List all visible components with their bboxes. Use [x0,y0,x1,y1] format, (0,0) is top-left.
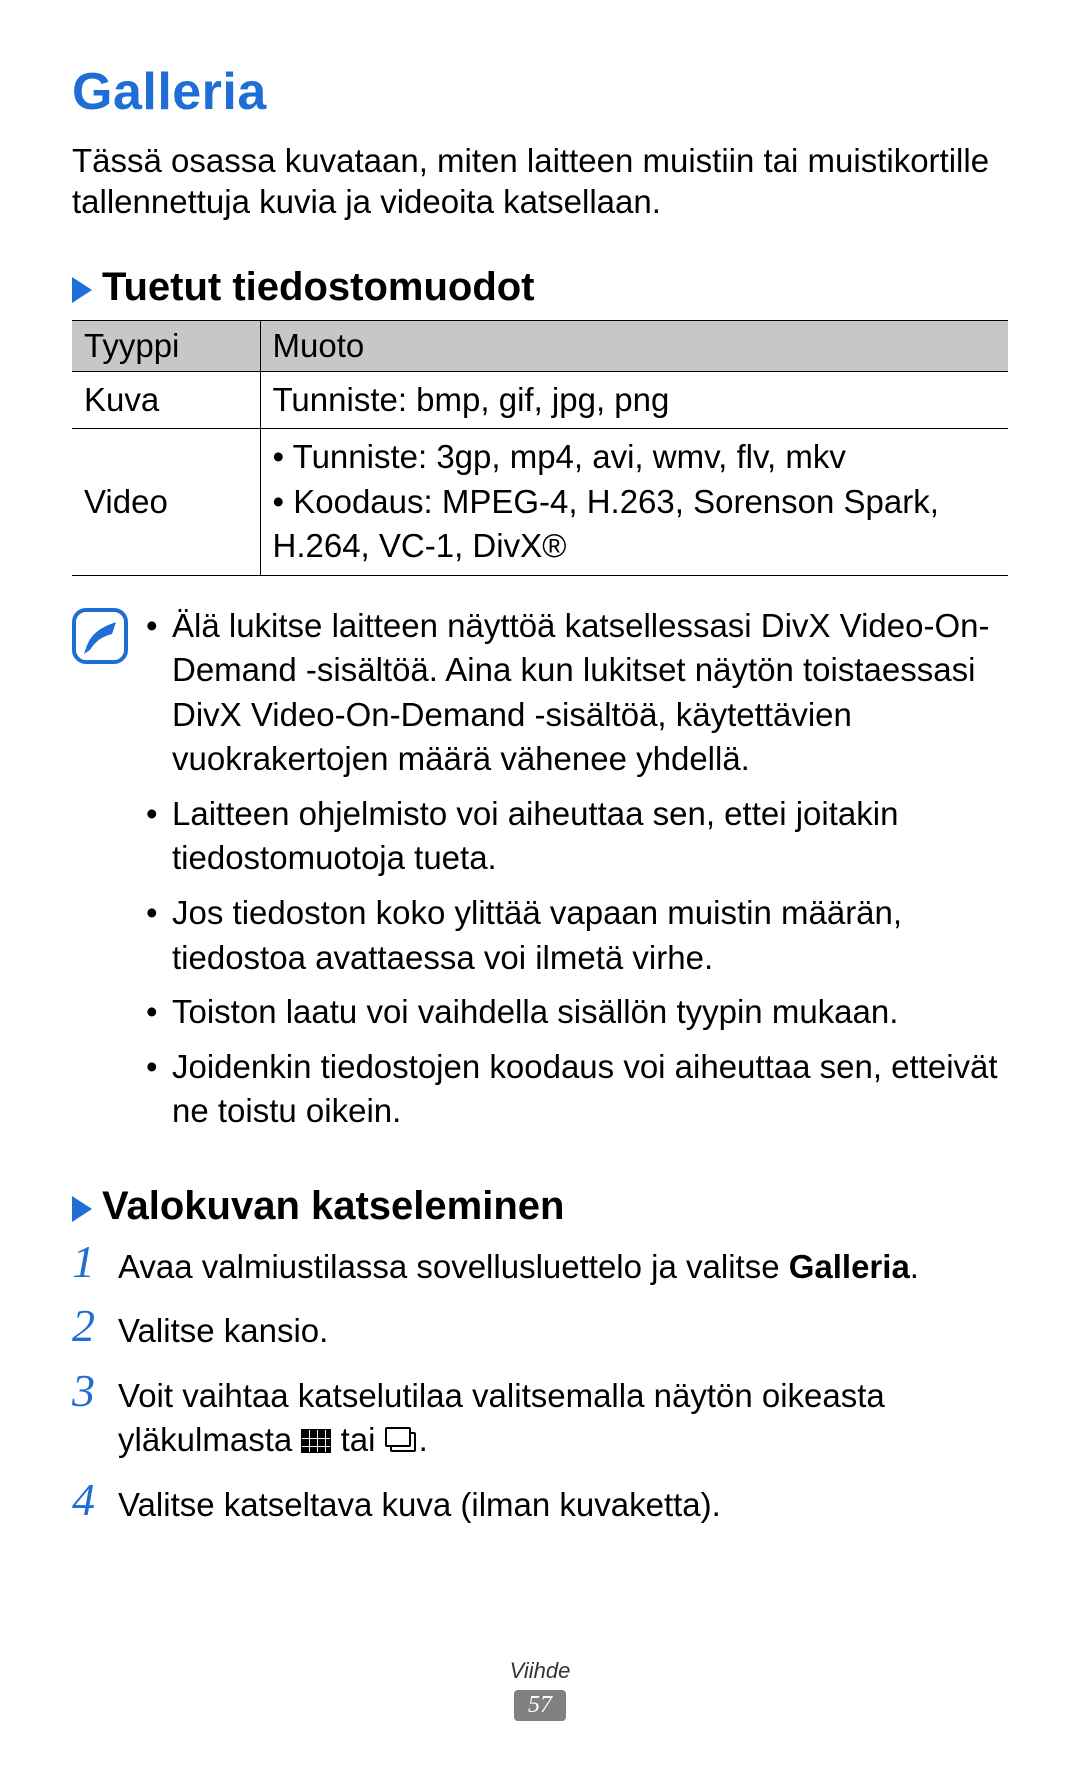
section-heading-text: Tuetut tiedostomuodot [102,265,535,310]
format-line: Koodaus: MPEG-4, H.263, Sorenson Spark, … [273,480,997,569]
note-icon [72,608,128,669]
chevron-icon [72,1196,92,1222]
table-row: Video Tunniste: 3gp, mp4, avi, wmv, flv,… [72,429,1008,576]
note-item: Toiston laatu voi vaihdella sisällön tyy… [146,990,1008,1035]
cell-type: Kuva [72,371,260,429]
note-item: Älä lukitse laitteen näyttöä katsellessa… [146,604,1008,782]
cell-format: Tunniste: 3gp, mp4, avi, wmv, flv, mkv K… [260,429,1008,576]
step-text: Valitse katseltava kuva (ilman kuvaketta… [118,1477,721,1528]
note-item: Laitteen ohjelmisto voi aiheuttaa sen, e… [146,792,1008,881]
step-number: 3 [72,1368,110,1414]
page-footer: Viihde 57 [0,1658,1080,1721]
page-title: Galleria [72,62,1008,122]
step-item: 3 Voit vaihtaa katselutilaa valitsemalla… [72,1368,1008,1463]
step-text: Valitse kansio. [118,1303,328,1354]
cell-type: Video [72,429,260,576]
step-text: Voit vaihtaa katselutilaa valitsemalla n… [118,1368,1008,1463]
step-item: 1 Avaa valmiustilassa sovellusluettelo j… [72,1239,1008,1290]
intro-text: Tässä osassa kuvataan, miten laitteen mu… [72,140,1008,223]
step-text: Avaa valmiustilassa sovellusluettelo ja … [118,1239,919,1290]
stack-view-icon [385,1427,419,1455]
table-header-format: Muoto [260,320,1008,371]
note-item: Jos tiedoston koko ylittää vapaan muisti… [146,891,1008,980]
formats-table: Tyyppi Muoto Kuva Tunniste: bmp, gif, jp… [72,320,1008,576]
step-item: 2 Valitse kansio. [72,1303,1008,1354]
steps-list: 1 Avaa valmiustilassa sovellusluettelo j… [72,1239,1008,1528]
step-number: 2 [72,1303,110,1349]
table-header-type: Tyyppi [72,320,260,371]
page-number-badge: 57 [514,1690,566,1721]
step-number: 4 [72,1477,110,1523]
section-heading-text: Valokuvan katseleminen [102,1184,564,1229]
note-item: Joidenkin tiedostojen koodaus voi aiheut… [146,1045,1008,1134]
format-line: Tunniste: 3gp, mp4, avi, wmv, flv, mkv [273,435,997,480]
table-row: Kuva Tunniste: bmp, gif, jpg, png [72,371,1008,429]
section-heading-viewing: Valokuvan katseleminen [72,1184,1008,1229]
manual-page: Galleria Tässä osassa kuvataan, miten la… [0,0,1080,1771]
step-item: 4 Valitse katseltava kuva (ilman kuvaket… [72,1477,1008,1528]
section-heading-formats: Tuetut tiedostomuodot [72,265,1008,310]
grid-view-icon [301,1429,331,1453]
note-list: Älä lukitse laitteen näyttöä katsellessa… [146,604,1008,1144]
chevron-icon [72,277,92,303]
step-number: 1 [72,1239,110,1285]
note-block: Älä lukitse laitteen näyttöä katsellessa… [72,604,1008,1144]
footer-section-label: Viihde [0,1658,1080,1684]
cell-format: Tunniste: bmp, gif, jpg, png [260,371,1008,429]
